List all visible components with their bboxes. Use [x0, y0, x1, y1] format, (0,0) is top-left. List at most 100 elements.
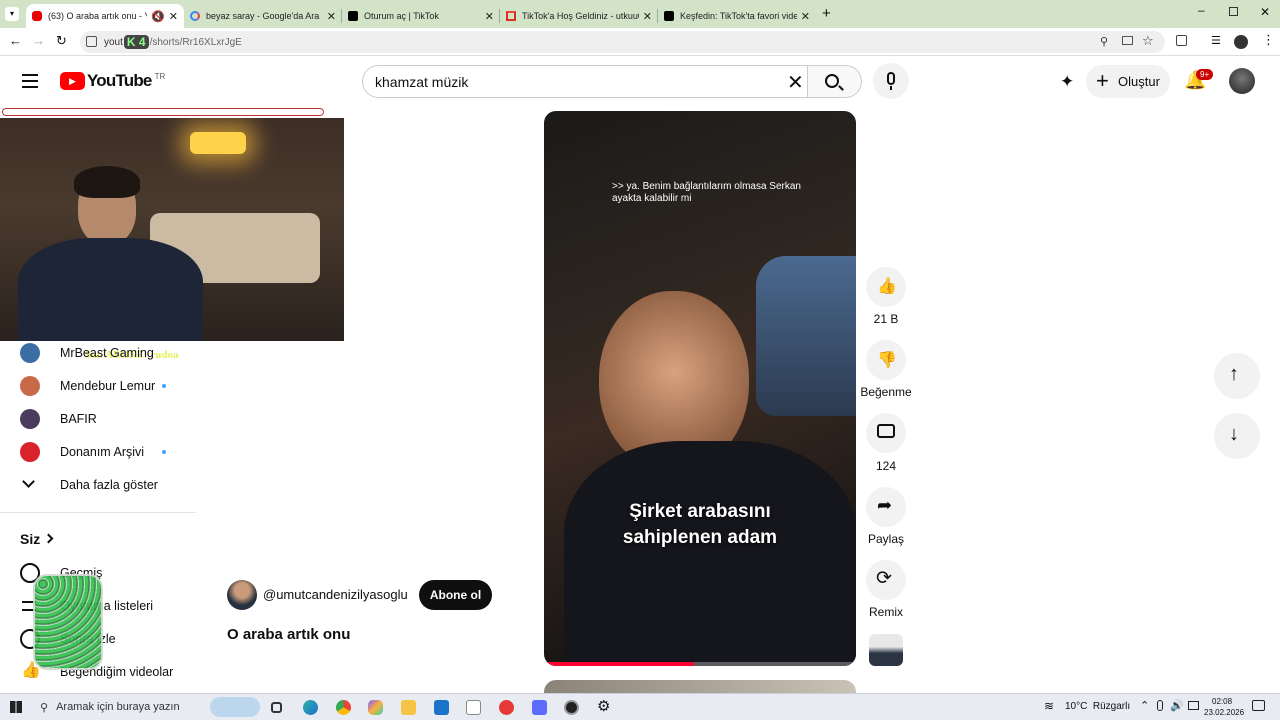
close-window-icon[interactable]: ✕	[1260, 5, 1270, 19]
clear-search-icon[interactable]: ✕	[787, 70, 804, 95]
extensions-icon[interactable]	[1176, 35, 1187, 46]
share-label: Paylaş	[867, 532, 905, 546]
thumbs-up-icon: 👍	[877, 278, 897, 295]
volume-icon[interactable]: 🔊	[1170, 699, 1184, 712]
subscribe-button[interactable]: Abone ol	[419, 580, 492, 610]
network-icon[interactable]	[1188, 701, 1199, 710]
remix-button[interactable]: ⟳	[866, 560, 906, 600]
file-explorer-icon[interactable]	[401, 700, 416, 715]
sound-thumbnail[interactable]	[869, 634, 903, 666]
task-view-icon[interactable]	[271, 702, 282, 713]
show-more-button[interactable]: Daha fazla göster	[0, 470, 200, 500]
youtube-logo[interactable]: ▶ YouTube TR	[60, 71, 165, 91]
close-tab-icon[interactable]: ✕	[643, 10, 652, 23]
chevron-down-icon	[22, 475, 35, 488]
sidebar-subscription[interactable]: MrBeast Gaming	[0, 338, 200, 368]
tab-tiktok-explore[interactable]: Keşfedin: TikTok'ta favori video ✕	[658, 4, 816, 28]
store-icon[interactable]	[532, 700, 547, 715]
arrow-down-icon: ↓	[1229, 423, 1239, 445]
webcam-overlay	[0, 118, 344, 341]
weather-text[interactable]: 10°C Rüzgarlı	[1065, 701, 1130, 712]
tab-youtube[interactable]: (63) O araba artık onu - You 🔇 ✕	[26, 4, 184, 28]
bookmark-star-icon[interactable]: ☆	[1142, 33, 1154, 49]
search-button[interactable]	[808, 65, 862, 98]
tab-tiktok-login[interactable]: Oturum aç | TikTok ✕	[342, 4, 500, 28]
channel-avatar-icon	[20, 409, 40, 429]
comments-button[interactable]	[866, 413, 906, 453]
search-icon: ⚲	[40, 701, 49, 714]
profile-avatar-icon[interactable]	[1234, 35, 1248, 49]
channel-avatar[interactable]	[227, 580, 257, 610]
minimize-window-icon[interactable]: –	[1198, 3, 1205, 17]
restore-window-icon[interactable]	[1229, 7, 1238, 16]
tab-title: TikTok'a Hoş Geldiniz - utkuu0	[522, 11, 639, 21]
ai-sparkle-icon[interactable]: ✦	[1060, 72, 1074, 92]
clock-time[interactable]: 02:08	[1212, 697, 1232, 706]
menu-hamburger-icon[interactable]	[22, 74, 38, 88]
tab-google[interactable]: beyaz saray - Google'da Ara ✕	[184, 4, 342, 28]
forward-icon[interactable]: →	[32, 33, 45, 48]
close-tab-icon[interactable]: ✕	[327, 10, 336, 23]
chrome-menu-icon[interactable]: ⋮	[1262, 32, 1275, 48]
close-tab-icon[interactable]: ✕	[169, 10, 178, 23]
tab-gmail[interactable]: TikTok'a Hoş Geldiniz - utkuu0 ✕	[500, 4, 658, 28]
gmail-favicon-icon	[506, 11, 516, 21]
dislike-button[interactable]: 👎	[866, 340, 906, 380]
address-bar[interactable]: yout K 4 /shorts/Rr16XLxrJgE ⚲ ☆	[80, 31, 1165, 53]
notification-count-badge: 9+	[1196, 69, 1214, 80]
clock-date[interactable]: 23.02.2026	[1204, 708, 1244, 717]
copilot-icon[interactable]	[368, 700, 383, 715]
tray-microphone-icon[interactable]	[1157, 700, 1163, 711]
reload-icon[interactable]: ↻	[56, 33, 67, 49]
new-tab-icon[interactable]: +	[822, 5, 831, 22]
app-red-icon[interactable]	[499, 700, 514, 715]
outlook-icon[interactable]	[434, 700, 449, 715]
create-button[interactable]: + Oluştur	[1086, 65, 1170, 98]
notepad-icon[interactable]	[466, 700, 481, 715]
settings-gear-icon[interactable]: ⚙	[597, 697, 610, 715]
reading-list-icon[interactable]: ☰	[1211, 34, 1221, 47]
tray-chevron-up-icon[interactable]: ⌃	[1140, 699, 1149, 712]
remix-label: Remix	[868, 605, 903, 619]
browser-toolbar: ← → ↻ yout K 4 /shorts/Rr16XLxrJgE ⚲ ☆ ☰…	[0, 28, 1280, 56]
video-progress-fill	[544, 662, 694, 666]
previous-short-button[interactable]: ↑	[1214, 353, 1260, 399]
country-code: TR	[154, 71, 166, 81]
sidebar-subscription[interactable]: Donanım Arşivi	[0, 437, 200, 467]
site-info-icon[interactable]	[86, 36, 97, 47]
account-avatar[interactable]	[1229, 68, 1255, 94]
tiktok-favicon-icon	[664, 11, 674, 21]
zoom-icon[interactable]: ⚲	[1100, 35, 1108, 48]
dislike-label: Beğenme	[860, 385, 912, 399]
tab-title: Keşfedin: TikTok'ta favori video	[680, 11, 797, 21]
next-short-preview[interactable]	[544, 680, 856, 693]
next-short-button[interactable]: ↓	[1214, 413, 1260, 459]
share-button[interactable]: ➦	[866, 487, 906, 527]
chrome-icon[interactable]	[336, 700, 351, 715]
obs-icon[interactable]	[564, 700, 579, 715]
video-caption: Şirket arabasını sahiplenen adam	[544, 499, 856, 551]
close-tab-icon[interactable]: ✕	[801, 10, 810, 23]
tab-list-icon[interactable]: ▾	[5, 7, 19, 21]
back-icon[interactable]: ←	[9, 33, 22, 48]
windows-start-icon[interactable]	[10, 701, 22, 713]
channel-handle[interactable]: @umutcandenizilyasoglu	[263, 587, 408, 602]
notification-center-icon[interactable]	[1252, 700, 1265, 711]
search-input[interactable]: khamzat müzik ✕	[362, 65, 808, 98]
tab-title: beyaz saray - Google'da Ara	[206, 11, 320, 21]
voice-search-button[interactable]	[873, 63, 909, 99]
install-app-icon[interactable]	[1122, 36, 1133, 45]
edge-icon[interactable]	[303, 700, 318, 715]
sidebar-subscription[interactable]: Mendebur Lemur	[0, 371, 200, 401]
like-button[interactable]: 👍	[866, 267, 906, 307]
shorts-video-player[interactable]: >> ya. Benim bağlantılarım olmasa Serkan…	[544, 111, 856, 666]
you-section-heading[interactable]: Siz	[0, 524, 200, 554]
share-arrow-icon: ➦	[877, 495, 893, 515]
browser-tab-strip: ▾ (63) O araba artık onu - You 🔇 ✕ beyaz…	[0, 0, 1280, 28]
channel-avatar-icon	[20, 376, 40, 396]
sidebar-subscription[interactable]: BAFIR	[0, 404, 200, 434]
close-tab-icon[interactable]: ✕	[485, 10, 494, 23]
caption-line: Şirket arabasını	[629, 501, 771, 522]
mute-tab-icon[interactable]: 🔇	[151, 10, 165, 23]
video-progress[interactable]	[544, 662, 856, 666]
